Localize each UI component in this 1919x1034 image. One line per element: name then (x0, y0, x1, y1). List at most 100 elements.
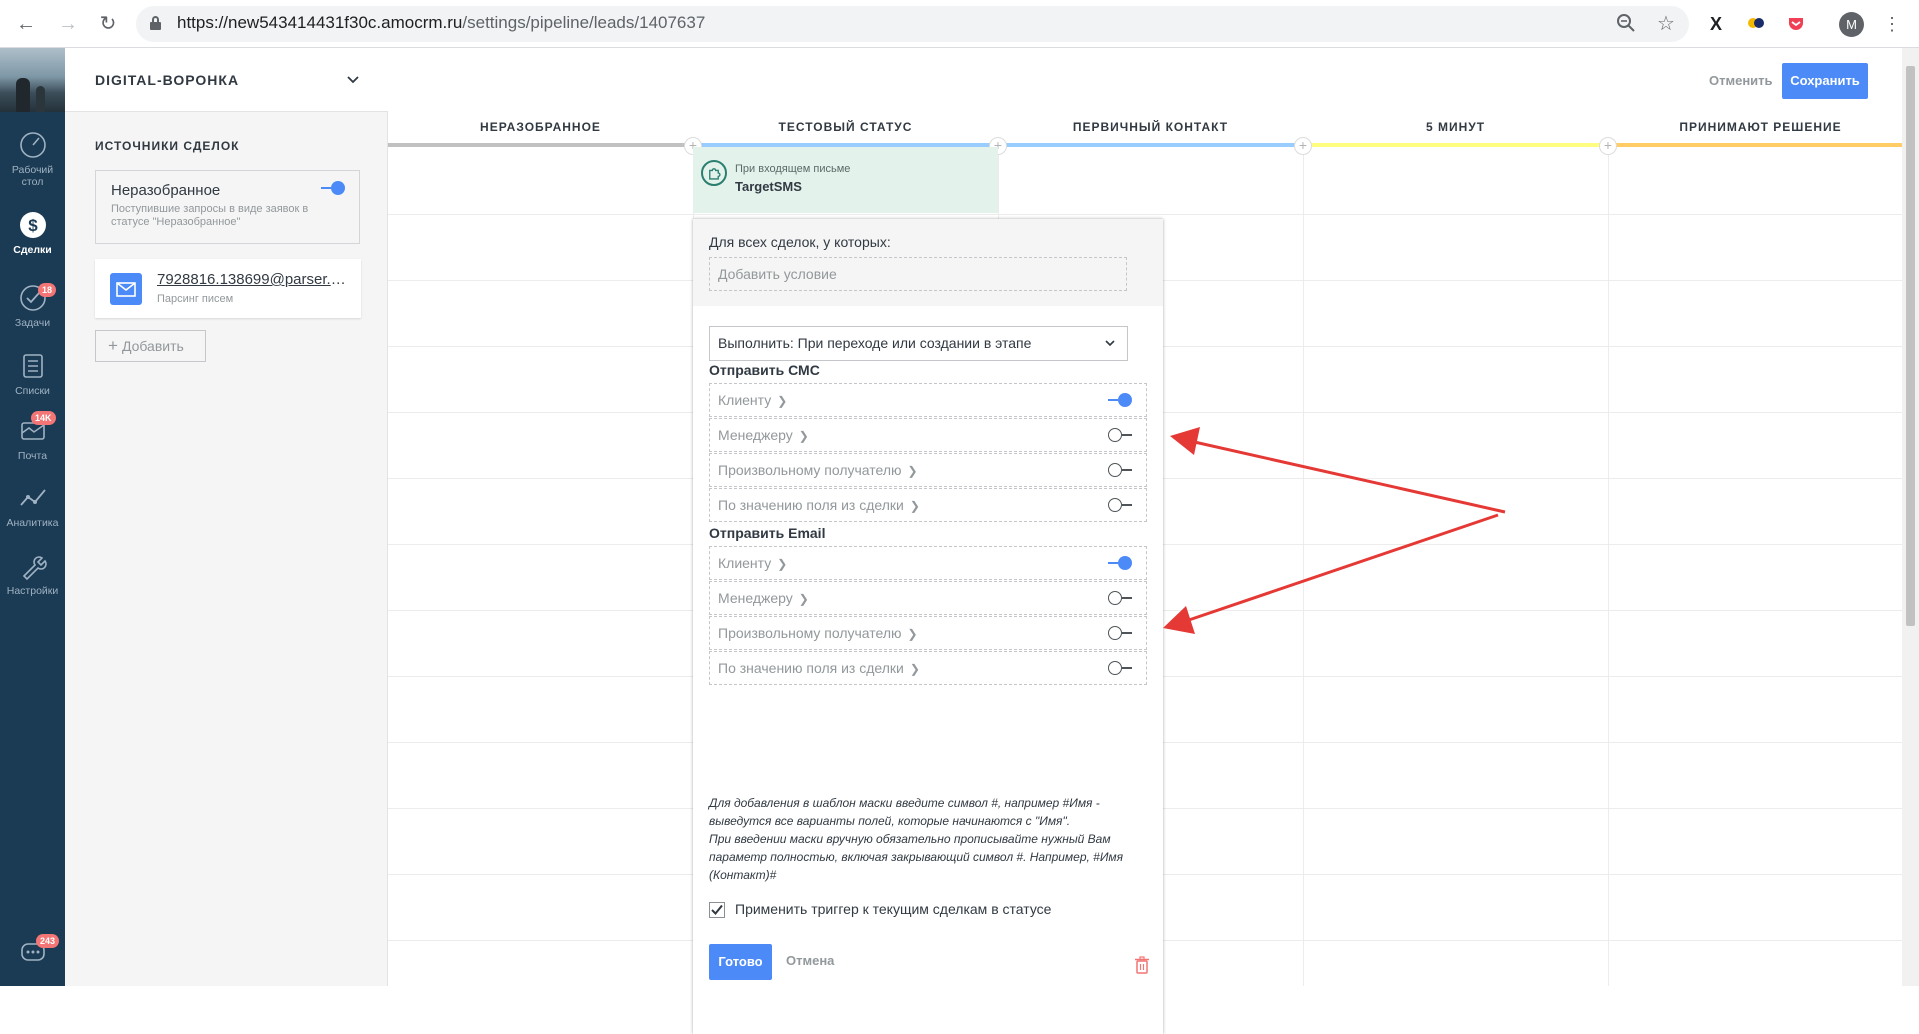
pipeline-board: Отменить Сохранить НЕРАЗОБРАННОЕ ТЕСТОВЫ… (388, 48, 1913, 1034)
tasks-badge: 18 (38, 283, 57, 297)
add-condition-field[interactable]: Добавить условие (709, 257, 1127, 291)
sms-custom-toggle[interactable] (1108, 462, 1132, 478)
puzzle-icon (701, 160, 727, 186)
column-header-unsorted[interactable]: НЕРАЗОБРАННОЕ (388, 112, 693, 143)
nav-chat[interactable]: 243 (0, 934, 65, 972)
top-actions: Отменить Сохранить (388, 48, 1902, 112)
email-to-manager[interactable]: Менеджеру ❯ (709, 581, 1147, 615)
account-photo[interactable] (0, 48, 65, 112)
zoom-icon[interactable] (1614, 13, 1638, 37)
trigger-settings-popup: Для всех сделок, у которых: Добавить усл… (693, 219, 1163, 1034)
nav-mail[interactable]: Почта 14K (0, 411, 65, 462)
settings-icon (22, 556, 47, 581)
chevron-right-icon: ❯ (907, 464, 918, 478)
sms-field-toggle[interactable] (1108, 497, 1132, 513)
dashboard-icon (19, 132, 46, 158)
sms-to-manager[interactable]: Менеджеру ❯ (709, 418, 1147, 452)
left-navigation: Рабочий стол $ Сделки Задачи 18 Списки П… (0, 48, 65, 986)
column-header-5-minutes[interactable]: 5 МИНУТ (1303, 112, 1608, 143)
email-source-address[interactable]: 7928816.138699@parser.a... (157, 271, 349, 288)
apply-to-current-label[interactable]: Применить триггер к текущим сделкам в ст… (735, 901, 1051, 917)
column-header-first-contact[interactable]: ПЕРВИЧНЫЙ КОНТАКТ (998, 112, 1303, 143)
chevron-right-icon: ❯ (907, 627, 918, 641)
envelope-icon (110, 273, 142, 305)
cancel-changes-link[interactable]: Отменить (1709, 73, 1773, 88)
profile-avatar[interactable]: M (1839, 12, 1864, 37)
page-scrollbar[interactable] (1902, 48, 1919, 986)
mail-badge: 14K (31, 411, 56, 425)
column-divider (1608, 147, 1609, 986)
back-icon[interactable]: ← (14, 12, 38, 36)
sms-to-client[interactable]: Клиенту ❯ (709, 383, 1147, 417)
bookmark-star-icon[interactable]: ☆ (1654, 12, 1678, 36)
source-name: Неразобранное (111, 182, 221, 199)
source-toggle[interactable] (321, 180, 345, 196)
source-card-unsorted[interactable]: Неразобранное Поступившие запросы в виде… (95, 170, 360, 244)
execute-select[interactable]: Выполнить: При переходе или создании в э… (709, 326, 1128, 361)
reload-icon[interactable]: ↻ (96, 12, 120, 36)
email-by-field-value[interactable]: По значению поля из сделки ❯ (709, 651, 1147, 685)
nav-settings[interactable]: Настройки (0, 551, 65, 597)
chevron-right-icon: ❯ (798, 592, 809, 606)
lists-icon (22, 354, 43, 378)
nav-dashboard[interactable]: Рабочий стол (0, 130, 65, 188)
plus-icon: + (108, 336, 118, 355)
extension-x-icon[interactable]: X (1705, 14, 1727, 34)
add-source-button[interactable]: + Добавить (95, 330, 206, 362)
email-custom-toggle[interactable] (1108, 625, 1132, 641)
chevron-down-icon (1105, 340, 1115, 347)
conditions-section: Для всех сделок, у которых: Добавить усл… (693, 219, 1163, 306)
pipeline-name[interactable]: DIGITAL-ВОРОНКА (95, 72, 239, 88)
chevron-down-icon[interactable] (343, 70, 363, 90)
sources-title: ИСТОЧНИКИ СДЕЛОК (95, 139, 240, 153)
extension-pocket-icon[interactable] (1785, 14, 1807, 36)
trash-icon[interactable] (1135, 956, 1149, 974)
apply-to-current-checkbox[interactable] (709, 902, 725, 918)
column-color-bar (1608, 143, 1913, 147)
pipeline-header[interactable]: DIGITAL-ВОРОНКА (65, 48, 388, 112)
chevron-right-icon: ❯ (909, 662, 920, 676)
analytics-icon (19, 489, 46, 506)
url-text[interactable]: https://new543414431f30c.amocrm.ru/setti… (177, 13, 705, 33)
nav-lists[interactable]: Списки (0, 351, 65, 397)
column-header-deciding[interactable]: ПРИНИМАЮТ РЕШЕНИЕ (1608, 112, 1913, 143)
forward-icon[interactable]: → (56, 12, 80, 36)
trigger-name: TargetSMS (735, 179, 802, 194)
sms-to-custom-recipient[interactable]: Произвольному получателю ❯ (709, 453, 1147, 487)
email-source-card[interactable]: 7928816.138699@parser.a... Парсинг писем (95, 259, 361, 318)
email-manager-toggle[interactable] (1108, 590, 1132, 606)
row-divider (388, 214, 1902, 215)
sms-manager-toggle[interactable] (1108, 427, 1132, 443)
svg-text:$: $ (28, 216, 38, 235)
extension-color-icon[interactable] (1745, 14, 1767, 36)
email-to-custom-recipient[interactable]: Произвольному получателю ❯ (709, 616, 1147, 650)
add-stage-button[interactable]: + (1294, 137, 1312, 155)
column-color-bar (1303, 143, 1608, 147)
lock-icon (150, 16, 161, 30)
add-stage-button[interactable]: + (1599, 137, 1617, 155)
sms-client-toggle[interactable] (1108, 392, 1132, 408)
nav-tasks[interactable]: Задачи 18 (0, 283, 65, 329)
browser-menu-icon[interactable]: ⋮ (1882, 12, 1902, 36)
browser-toolbar: ← → ↻ https://new543414431f30c.amocrm.ru… (0, 0, 1919, 48)
pipeline-sidebar: DIGITAL-ВОРОНКА ИСТОЧНИКИ СДЕЛОК Неразоб… (65, 48, 388, 986)
chevron-right-icon: ❯ (798, 429, 809, 443)
email-to-client[interactable]: Клиенту ❯ (709, 546, 1147, 580)
column-header-test-status[interactable]: ТЕСТОВЫЙ СТАТУС (693, 112, 998, 143)
email-client-toggle[interactable] (1108, 555, 1132, 571)
column-divider (1303, 147, 1304, 986)
send-sms-title: Отправить СМС (709, 362, 820, 378)
email-field-toggle[interactable] (1108, 660, 1132, 676)
column-color-bar (998, 143, 1303, 147)
save-button[interactable]: Сохранить (1782, 63, 1868, 99)
trigger-card[interactable]: При входящем письме TargetSMS (693, 147, 998, 213)
scrollbar-thumb[interactable] (1906, 66, 1915, 626)
done-button[interactable]: Готово (709, 944, 772, 980)
nav-analytics[interactable]: Аналитика (0, 483, 65, 529)
cancel-button[interactable]: Отмена (786, 953, 834, 968)
send-email-title: Отправить Email (709, 525, 826, 541)
nav-deals[interactable]: $ Сделки (0, 210, 65, 256)
mask-hint: Для добавления в шаблон маски введите си… (709, 796, 1124, 882)
chevron-right-icon: ❯ (909, 499, 920, 513)
sms-by-field-value[interactable]: По значению поля из сделки ❯ (709, 488, 1147, 522)
